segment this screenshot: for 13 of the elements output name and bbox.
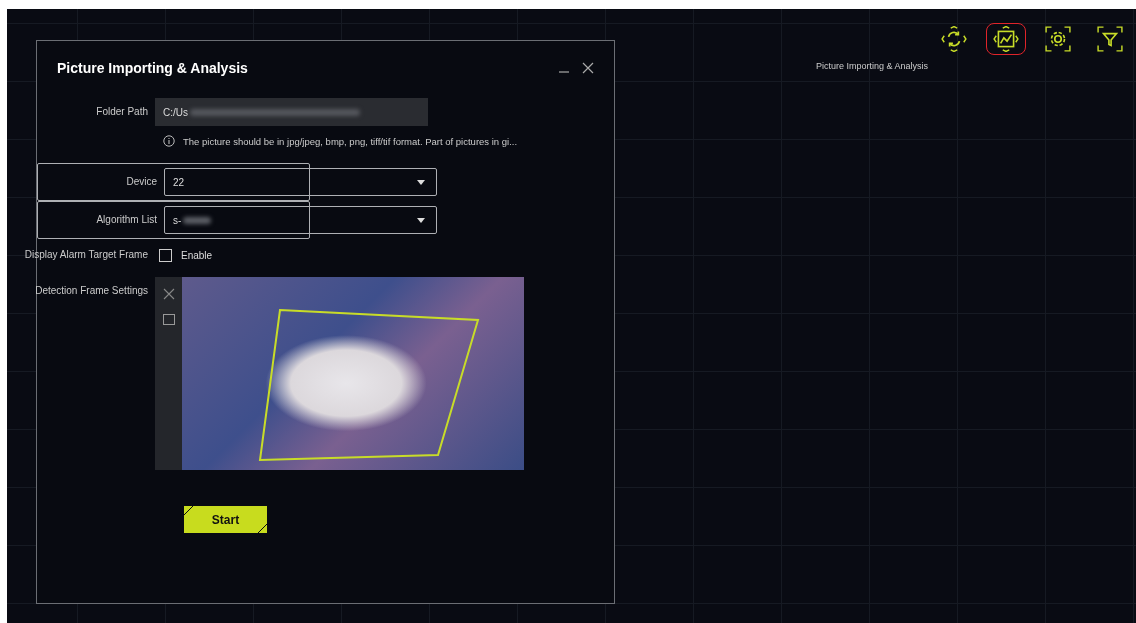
field-label: Folder Path — [95, 105, 149, 119]
field-label: Algorithm List — [95, 213, 158, 227]
folder-path-field[interactable]: C:/Us — [155, 98, 428, 126]
dropdown[interactable]: 22 — [164, 168, 437, 196]
checkbox-label: Enable — [181, 249, 213, 261]
dialog-title: Picture Importing & Analysis — [57, 60, 248, 76]
field-label: Detection Frame Settings — [34, 284, 149, 298]
toolbar-caption: Picture Importing & Analysis — [816, 61, 929, 71]
field-label: Display Alarm Target Frame — [23, 248, 149, 262]
start-button[interactable]: Start — [184, 506, 267, 533]
hint-text: The picture should be in jpg/jpeg, bmp, png, tiff/tif format. Part of pictures in gi... — [183, 135, 518, 147]
field-label: Device — [125, 175, 158, 189]
dropdown[interactable]: s- — [164, 206, 437, 234]
